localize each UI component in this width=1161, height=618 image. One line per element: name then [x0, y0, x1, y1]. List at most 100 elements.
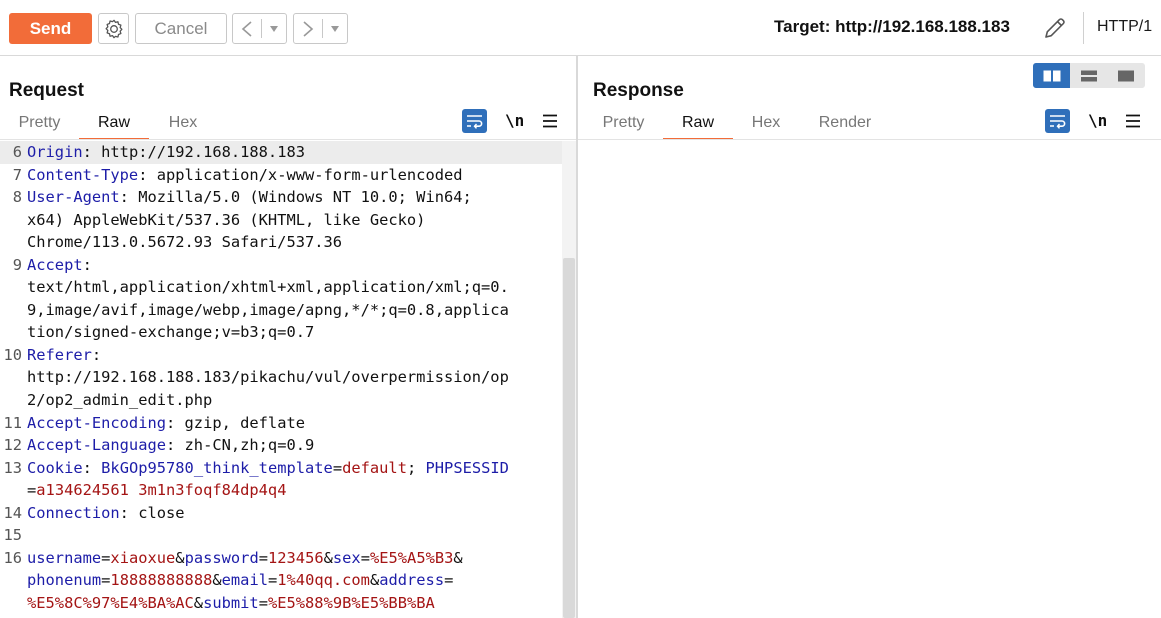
- columns-icon: [1043, 70, 1060, 81]
- token-key: Accept-Language: [27, 436, 166, 455]
- token-value: xiaoxue: [110, 548, 176, 567]
- tab-pretty[interactable]: Pretty: [0, 114, 79, 140]
- send-button[interactable]: Send: [9, 13, 92, 44]
- line-number: 14: [3, 503, 22, 522]
- token-key: PHPSESSID: [425, 458, 509, 477]
- token-key: Origin: [27, 143, 83, 161]
- token-text: ;: [406, 458, 426, 477]
- token-key: submit: [203, 593, 259, 612]
- editor-line: 8 User-Agent: Mozilla/5.0 (Windows NT 10.…: [0, 186, 562, 254]
- tab-raw[interactable]: Raw: [79, 114, 149, 140]
- token-text: =: [444, 571, 454, 590]
- forward-history-dropdown[interactable]: [323, 14, 347, 43]
- line-number: 9: [12, 255, 22, 274]
- menu-icon[interactable]: [1125, 114, 1141, 128]
- line-number: 12: [3, 436, 22, 455]
- line-number: 11: [3, 413, 22, 432]
- token-text: &: [175, 548, 185, 567]
- token-text: : text/html,application/xhtml+xml,applic…: [27, 255, 509, 342]
- request-tabs: Pretty Raw Hex: [0, 114, 217, 140]
- token-key: sex: [332, 548, 361, 567]
- layout-toggle: [1033, 63, 1145, 88]
- menu-icon[interactable]: [542, 114, 558, 128]
- editor-line: 16 username=xiaoxue&password=123456&sex=%…: [0, 547, 562, 615]
- editor-line: 11 Accept-Encoding: gzip, deflate: [0, 412, 562, 435]
- token-text: : zh-CN,zh;q=0.9: [166, 436, 315, 455]
- token-text: &: [369, 571, 380, 590]
- editor-line: 9 Accept: text/html,application/xhtml+xml…: [0, 254, 562, 344]
- tab-render[interactable]: Render: [799, 114, 891, 140]
- tab-raw[interactable]: Raw: [663, 114, 733, 140]
- token-value: a134624561 3m1n3foqf84dp4q4: [36, 481, 287, 500]
- token-key: Content-Type: [27, 165, 139, 184]
- token-text: : application/x-www-form-urlencoded: [138, 165, 463, 184]
- chevron-left-icon: [241, 20, 252, 37]
- token-value: 123456: [268, 548, 324, 567]
- settings-button[interactable]: [98, 13, 129, 44]
- token-text: &: [323, 548, 333, 567]
- token-text: : http://192.168.188.183/pikachu/vul/ove…: [27, 345, 509, 410]
- token-key: Referer: [27, 345, 92, 364]
- token-value: %E5%88%9B%E5%BB%BA: [267, 593, 435, 612]
- request-tabs-underline: [0, 139, 576, 140]
- tab-hex[interactable]: Hex: [149, 114, 217, 140]
- edit-icon[interactable]: [1041, 14, 1069, 42]
- line-content: Origin: http://192.168.188.183: [27, 141, 562, 164]
- response-title: Response: [593, 80, 684, 101]
- layout-top-bottom-button[interactable]: [1070, 63, 1107, 88]
- line-content: Accept-Encoding: gzip, deflate: [27, 412, 562, 435]
- line-content: ​: [27, 524, 562, 547]
- token-key: Accept: [27, 255, 83, 274]
- line-number: 8: [12, 188, 22, 207]
- token-text: =: [27, 481, 37, 500]
- token-text: =: [258, 593, 268, 612]
- line-number: 10: [3, 345, 22, 364]
- caret-down-icon: [270, 25, 278, 32]
- line-content: Accept: text/html,application/xhtml+xml,…: [27, 254, 562, 344]
- editor-line: 14 Connection: close: [0, 502, 562, 525]
- back-history-dropdown[interactable]: [262, 14, 286, 43]
- caret-down-icon: [331, 25, 339, 32]
- token-text: &: [212, 571, 222, 590]
- editor-line: 6 Origin: http://192.168.188.183: [0, 141, 562, 164]
- tab-pretty[interactable]: Pretty: [584, 114, 663, 140]
- line-content: Accept-Language: zh-CN,zh;q=0.9: [27, 434, 562, 457]
- token-key: phonenum: [27, 571, 102, 590]
- wrap-lines-icon: [1050, 114, 1066, 129]
- token-key: User-Agent: [27, 188, 120, 207]
- token-value: %E5%A5%B3: [369, 548, 454, 567]
- response-editor[interactable]: [578, 141, 1161, 618]
- wrap-lines-button[interactable]: [462, 109, 487, 133]
- wrap-lines-button[interactable]: [1045, 109, 1070, 133]
- token-value: default: [342, 458, 407, 477]
- token-key: password: [184, 548, 259, 567]
- editor-line: 10 Referer: http://192.168.188.183/pikach…: [0, 344, 562, 412]
- show-newlines-button[interactable]: \n: [1088, 111, 1107, 130]
- line-content: username=xiaoxue&password=123456&sex=%E5…: [27, 547, 562, 615]
- token-value: 18888888888: [110, 571, 213, 590]
- token-value: 1%40qq.com: [277, 571, 370, 590]
- request-editor[interactable]: 6 Origin: http://192.168.188.183 7 Content-…: [0, 141, 562, 618]
- token-text: =: [360, 548, 370, 567]
- tab-hex[interactable]: Hex: [733, 114, 799, 140]
- line-content: Connection: close: [27, 502, 562, 525]
- cancel-button[interactable]: Cancel: [135, 13, 227, 44]
- show-newlines-button[interactable]: \n: [505, 111, 524, 130]
- token-text: =: [332, 458, 343, 477]
- editor-line: 13 Cookie: BkGOp95780_think_template=defa…: [0, 457, 562, 502]
- line-number: 15: [3, 526, 22, 545]
- line-number: 16: [3, 548, 22, 567]
- line-number: 6: [12, 143, 22, 161]
- forward-button[interactable]: [294, 14, 322, 43]
- gear-icon: [104, 19, 123, 38]
- request-scrollbar-thumb[interactable]: [563, 258, 575, 618]
- layout-side-by-side-button[interactable]: [1033, 63, 1070, 88]
- token-text: :: [82, 458, 102, 477]
- http-version-label[interactable]: HTTP/1: [1097, 18, 1152, 36]
- back-button[interactable]: [233, 14, 261, 43]
- chevron-right-icon: [303, 20, 314, 37]
- token-text: &: [193, 593, 204, 612]
- response-tabs-underline: [578, 139, 1161, 140]
- token-key: address: [379, 571, 445, 590]
- layout-tabs-button[interactable]: [1107, 63, 1144, 88]
